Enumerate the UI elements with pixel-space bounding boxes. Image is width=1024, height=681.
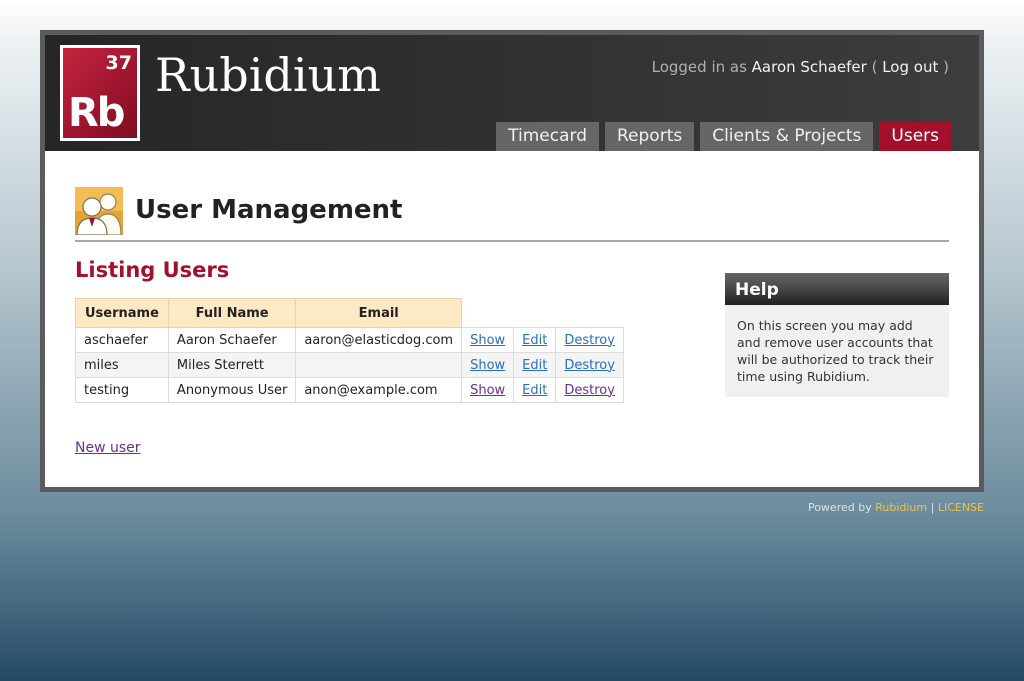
cell-full-name: Anonymous User: [167, 377, 297, 403]
cell-username: miles: [75, 352, 169, 378]
cell-show: Show: [461, 327, 515, 353]
column-header-blank: [514, 299, 556, 328]
cell-edit: Edit: [513, 377, 557, 403]
open-paren: (: [871, 58, 878, 76]
app-title: Rubidium: [155, 48, 381, 102]
edit-link[interactable]: Edit: [522, 333, 547, 348]
help-title: Help: [725, 273, 949, 305]
edit-link[interactable]: Edit: [522, 358, 547, 373]
tab-timecard[interactable]: Timecard: [496, 122, 599, 151]
cell-edit: Edit: [513, 352, 557, 378]
cell-destroy: Destroy: [555, 352, 624, 378]
destroy-link[interactable]: Destroy: [564, 333, 615, 348]
tab-clients-projects[interactable]: Clients & Projects: [700, 122, 874, 151]
tab-reports[interactable]: Reports: [605, 122, 695, 151]
destroy-link[interactable]: Destroy: [564, 358, 615, 373]
main-nav-tabs: Timecard Reports Clients & Projects User…: [496, 122, 951, 151]
title-divider: [75, 240, 949, 242]
footer-separator: |: [930, 501, 935, 514]
help-text: On this screen you may add and remove us…: [737, 318, 934, 384]
help-panel: Help On this screen you may add and remo…: [725, 273, 949, 397]
footer-license-link[interactable]: LICENSE: [938, 501, 984, 514]
column-header-blank: [462, 299, 514, 328]
cell-username: testing: [75, 377, 169, 403]
logged-in-prefix: Logged in as: [651, 58, 747, 76]
close-paren: ): [943, 58, 949, 76]
table-header-row: Username Full Name Email: [75, 298, 624, 328]
rubidium-logo[interactable]: 37 Rb: [60, 45, 140, 141]
user-bar: Logged in as Aaron Schaefer ( Log out ): [652, 58, 949, 76]
footer-prefix: Powered by: [807, 501, 872, 514]
table-row: testing Anonymous User anon@example.com …: [75, 377, 624, 403]
destroy-link[interactable]: Destroy: [564, 383, 615, 398]
logo-atomic-number: 37: [105, 52, 132, 74]
cell-username: aschaefer: [75, 327, 169, 353]
column-header-username: Username: [75, 298, 169, 328]
footer: Powered by Rubidium | LICENSE: [808, 501, 984, 514]
current-user-name: Aaron Schaefer: [751, 58, 867, 76]
cell-email: anon@example.com: [295, 377, 463, 403]
show-link[interactable]: Show: [470, 358, 505, 373]
page-title: User Management: [135, 195, 403, 225]
logout-link[interactable]: Log out: [882, 58, 938, 76]
cell-email: [295, 352, 463, 378]
column-header-full-name: Full Name: [167, 298, 297, 328]
column-header-blank: [556, 299, 624, 328]
section-title: Listing Users: [75, 258, 230, 282]
cell-show: Show: [461, 377, 515, 403]
new-user-link[interactable]: New user: [75, 440, 141, 456]
cell-full-name: Miles Sterrett: [167, 352, 297, 378]
logo-tile: 37 Rb: [63, 48, 137, 138]
cell-show: Show: [461, 352, 515, 378]
cell-destroy: Destroy: [555, 377, 624, 403]
users-icon: [75, 187, 123, 235]
cell-email: aaron@elasticdog.com: [295, 327, 463, 353]
column-header-email: Email: [295, 298, 463, 328]
app-frame: 37 Rb Rubidium Logged in as Aaron Schaef…: [40, 30, 984, 492]
logo-symbol: Rb: [68, 90, 125, 136]
cell-edit: Edit: [513, 327, 557, 353]
tab-users[interactable]: Users: [879, 122, 951, 151]
show-link[interactable]: Show: [470, 383, 505, 398]
table-row: aschaefer Aaron Schaefer aaron@elasticdo…: [75, 327, 624, 353]
footer-rubidium-link[interactable]: Rubidium: [875, 501, 927, 514]
cell-full-name: Aaron Schaefer: [167, 327, 297, 353]
header: 37 Rb Rubidium Logged in as Aaron Schaef…: [45, 35, 979, 151]
show-link[interactable]: Show: [470, 333, 505, 348]
main-content: User Management Listing Users Username F…: [45, 151, 979, 487]
users-table: Username Full Name Email aschaefer Aaron…: [75, 298, 624, 403]
edit-link[interactable]: Edit: [522, 383, 547, 398]
table-row: miles Miles Sterrett Show Edit Destroy: [75, 352, 624, 378]
cell-destroy: Destroy: [555, 327, 624, 353]
